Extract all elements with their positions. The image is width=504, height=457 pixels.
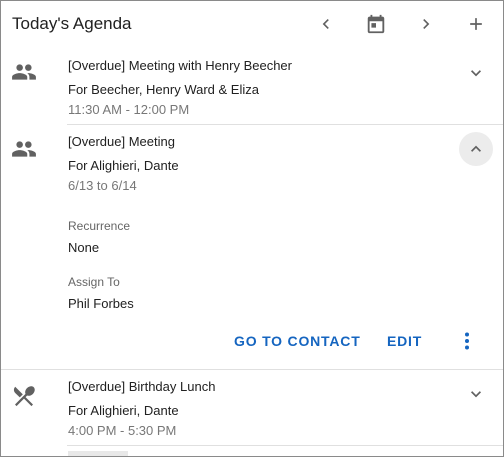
item-title: [Overdue] Meeting — [68, 134, 175, 149]
next-item-partial — [68, 451, 128, 456]
next-day-button[interactable] — [411, 9, 441, 39]
add-event-button[interactable] — [461, 9, 491, 39]
edit-button[interactable]: EDIT — [387, 333, 422, 349]
item-contact: For Beecher, Henry Ward & Eliza — [68, 82, 259, 97]
more-vertical-icon — [465, 332, 469, 350]
item-contact: For Alighieri, Dante — [68, 158, 179, 173]
go-to-contact-button[interactable]: GO TO CONTACT — [234, 333, 361, 349]
item-time: 11:30 AM - 12:00 PM — [68, 102, 190, 117]
agenda-item[interactable]: [Overdue] Meeting with Henry Beecher For… — [1, 47, 503, 125]
chevron-down-icon — [471, 70, 481, 77]
previous-day-button[interactable] — [311, 9, 341, 39]
collapse-button[interactable] — [459, 132, 493, 166]
page-title: Today's Agenda — [12, 14, 132, 33]
expand-button[interactable] — [459, 377, 493, 411]
item-contact: For Alighieri, Dante — [68, 403, 179, 418]
more-options-button[interactable] — [457, 330, 477, 352]
item-title: [Overdue] Birthday Lunch — [68, 379, 216, 394]
agenda-panel: Today's Agenda [Overdue] Meeting with He… — [0, 0, 504, 457]
chevron-down-icon — [471, 391, 481, 398]
agenda-header: Today's Agenda — [1, 1, 503, 47]
item-title: [Overdue] Meeting with Henry Beecher — [68, 58, 292, 73]
recurrence-label: Recurrence — [68, 219, 131, 233]
chevron-left-icon — [322, 19, 329, 29]
people-icon — [12, 141, 36, 157]
calendar-button[interactable] — [361, 9, 391, 39]
chevron-right-icon — [423, 19, 430, 29]
plus-icon — [470, 18, 482, 30]
calendar-icon — [367, 14, 385, 34]
assign-to-label: Assign To — [68, 275, 120, 289]
assign-to-value: Phil Forbes — [68, 296, 134, 311]
people-icon — [12, 64, 36, 80]
expand-button[interactable] — [459, 56, 493, 90]
item-time: 6/13 to 6/14 — [68, 178, 137, 193]
item-time: 4:00 PM - 5:30 PM — [68, 423, 177, 438]
recurrence-value: None — [68, 240, 100, 255]
divider — [67, 445, 503, 446]
agenda-item[interactable]: [Overdue] Birthday Lunch For Alighieri, … — [1, 370, 503, 448]
agenda-item-expanded[interactable]: [Overdue] Meeting For Alighieri, Dante 6… — [1, 125, 503, 369]
chevron-up-icon — [471, 145, 481, 152]
fork-knife-icon — [13, 386, 35, 407]
